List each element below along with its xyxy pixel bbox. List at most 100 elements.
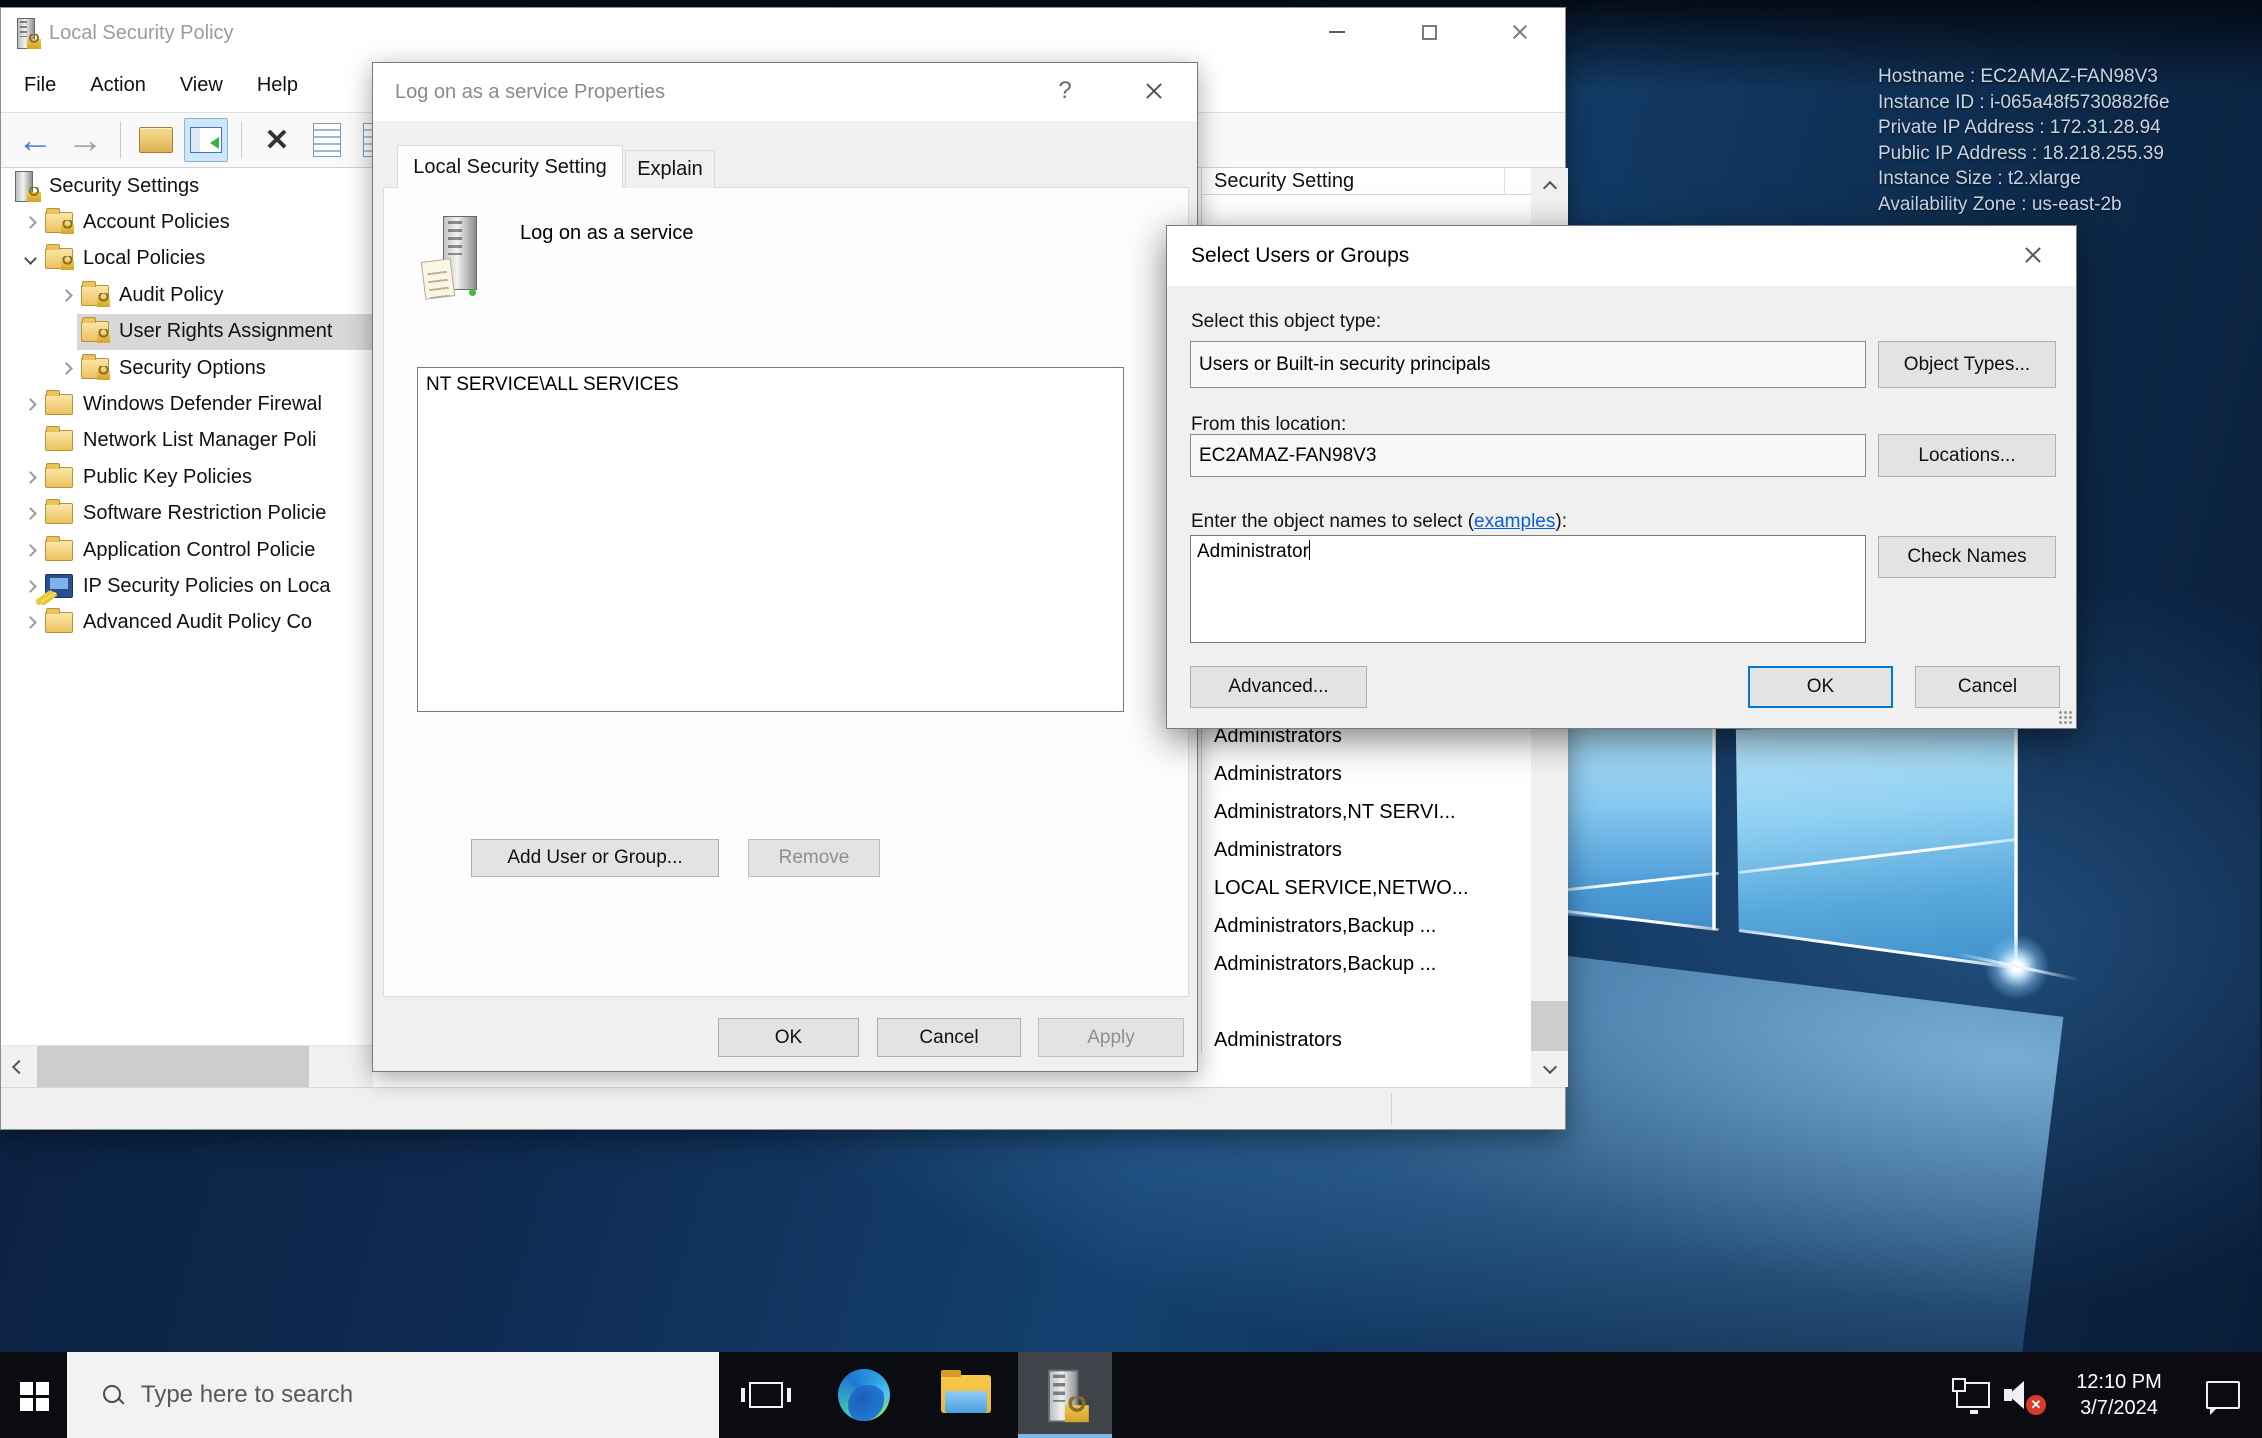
expander-icon[interactable] — [15, 608, 45, 638]
tree-item[interactable]: Public Key Policies — [1, 459, 373, 495]
tree-item[interactable]: Network List Manager Poli — [1, 423, 373, 459]
tree-item[interactable]: Account Policies — [1, 204, 373, 240]
tree-item[interactable]: Windows Defender Firewal — [1, 386, 373, 422]
search-input[interactable] — [141, 1381, 661, 1409]
member-entry[interactable]: NT SERVICE\ALL SERVICES — [426, 374, 1115, 396]
edge-button[interactable] — [834, 1352, 894, 1438]
close-button[interactable] — [1488, 8, 1552, 56]
cancel-button[interactable]: Cancel — [1915, 666, 2060, 708]
task-view-button[interactable] — [736, 1352, 796, 1438]
members-listbox[interactable]: NT SERVICE\ALL SERVICES — [417, 367, 1124, 712]
menu-item[interactable]: Action — [73, 74, 163, 97]
back-icon[interactable] — [13, 118, 57, 162]
tree-item[interactable]: Local Policies — [1, 241, 373, 277]
security-setting-column-header[interactable]: Security Setting — [1202, 168, 1532, 195]
ok-button[interactable]: OK — [718, 1018, 859, 1057]
show-hide-console-tree-icon[interactable] — [184, 118, 228, 162]
security-setting-cell[interactable]: Administrators,Backup ... — [1202, 907, 1532, 945]
examples-link[interactable]: examples — [1474, 511, 1555, 532]
scroll-up-arrow-icon[interactable] — [1531, 168, 1568, 204]
export-folder-icon[interactable] — [134, 118, 178, 162]
tree-item[interactable]: Security Options — [1, 350, 373, 386]
location-field[interactable]: EC2AMAZ-FAN98V3 — [1190, 434, 1866, 477]
properties-icon[interactable] — [305, 118, 349, 162]
local-security-policy-taskbar-button[interactable] — [1018, 1352, 1112, 1438]
system-tray: ✕ 12:10 PM 3/7/2024 — [1956, 1352, 2262, 1438]
object-type-field[interactable]: Users or Built-in security principals — [1190, 341, 1866, 388]
security-setting-value: LOCAL SERVICE,NETWO... — [1214, 877, 1469, 900]
volume-muted-icon[interactable]: ✕ — [2004, 1379, 2044, 1411]
folder-icon — [45, 467, 73, 488]
tree-item-label: IP Security Policies on Loca — [83, 575, 331, 598]
scrollbar-thumb[interactable] — [37, 1046, 309, 1088]
security-setting-cell[interactable]: Administrators — [1202, 1021, 1532, 1059]
time-label: 12:10 PM — [2060, 1369, 2178, 1395]
security-setting-cell[interactable]: Administrators — [1202, 831, 1532, 869]
tree-item[interactable]: Application Control Policie — [1, 532, 373, 568]
close-icon[interactable] — [2000, 226, 2066, 284]
check-names-button[interactable]: Check Names — [1878, 536, 2056, 578]
remove-button[interactable]: Remove — [748, 839, 880, 877]
expander-icon[interactable] — [51, 317, 81, 347]
action-center-icon[interactable] — [2206, 1381, 2240, 1409]
menu-item[interactable]: File — [7, 74, 73, 97]
cancel-button[interactable]: Cancel — [877, 1018, 1021, 1057]
label-text: ): — [1555, 511, 1567, 532]
delete-icon[interactable] — [255, 118, 299, 162]
taskbar-clock[interactable]: 12:10 PM 3/7/2024 — [2060, 1369, 2178, 1421]
object-type-label: Select this object type: — [1191, 311, 1381, 333]
object-names-label: Enter the object names to select (exampl… — [1191, 511, 1567, 533]
menu-item[interactable]: Help — [240, 74, 315, 97]
tree-item[interactable]: Advanced Audit Policy Co — [1, 605, 373, 641]
expander-icon[interactable] — [15, 426, 45, 456]
security-setting-cell[interactable]: LOCAL SERVICE,NETWO... — [1202, 869, 1532, 907]
expander-icon[interactable] — [15, 571, 45, 601]
taskbar: ✕ 12:10 PM 3/7/2024 — [0, 1352, 2262, 1438]
expander-icon[interactable] — [51, 280, 81, 310]
tab-local-security-setting[interactable]: Local Security Setting — [397, 145, 623, 188]
scrollbar-thumb[interactable] — [1531, 1001, 1568, 1051]
expander-icon[interactable] — [15, 244, 45, 274]
ok-button[interactable]: OK — [1748, 666, 1893, 708]
forward-icon[interactable] — [63, 118, 107, 162]
expander-icon[interactable] — [15, 208, 45, 238]
tree-item[interactable]: Audit Policy — [1, 277, 373, 313]
menu-item[interactable]: View — [163, 74, 240, 97]
expander-icon[interactable] — [51, 353, 81, 383]
dialog-titlebar[interactable]: Select Users or Groups — [1167, 226, 2076, 286]
taskbar-search[interactable] — [67, 1352, 719, 1438]
scroll-left-arrow-icon[interactable] — [1, 1046, 37, 1088]
security-setting-cell[interactable]: Administrators,Backup ... — [1202, 945, 1532, 983]
tree-item[interactable]: IP Security Policies on Loca — [1, 568, 373, 604]
scroll-down-arrow-icon[interactable] — [1531, 1051, 1568, 1087]
expander-icon[interactable] — [15, 390, 45, 420]
file-explorer-button[interactable] — [936, 1352, 996, 1438]
security-setting-cell[interactable]: Administrators — [1202, 755, 1532, 793]
maximize-button[interactable] — [1397, 8, 1461, 56]
tree-item[interactable]: Software Restriction Policie — [1, 496, 373, 532]
resize-grip[interactable] — [2058, 710, 2072, 724]
advanced-button[interactable]: Advanced... — [1190, 666, 1367, 708]
security-setting-list: AdministratorsAdministratorsAdministrato… — [1202, 717, 1532, 1059]
locations-button[interactable]: Locations... — [1878, 434, 2056, 477]
object-names-input[interactable]: Administrator — [1190, 535, 1866, 643]
expander-icon[interactable] — [15, 462, 45, 492]
help-button[interactable]: ? — [1035, 63, 1095, 119]
tree-item[interactable]: Security Settings — [1, 168, 373, 204]
dialog-title: Select Users or Groups — [1191, 244, 1409, 268]
close-icon[interactable] — [1119, 63, 1189, 119]
tree-horizontal-scrollbar[interactable] — [1, 1045, 373, 1087]
add-user-or-group-button[interactable]: Add User or Group... — [471, 839, 719, 877]
start-button[interactable] — [0, 1352, 67, 1438]
tree-item[interactable]: User Rights Assignment — [1, 314, 373, 350]
security-setting-cell[interactable] — [1202, 983, 1532, 1021]
expander-icon[interactable] — [15, 535, 45, 565]
object-types-button[interactable]: Object Types... — [1878, 341, 2056, 388]
ec2-info-line: Public IP Address : 18.218.255.39 — [1878, 141, 2170, 167]
security-setting-cell[interactable]: Administrators,NT SERVI... — [1202, 793, 1532, 831]
tab-explain[interactable]: Explain — [625, 150, 715, 188]
network-icon[interactable] — [1956, 1382, 1990, 1408]
minimize-button[interactable] — [1305, 8, 1369, 56]
apply-button[interactable]: Apply — [1038, 1018, 1184, 1057]
expander-icon[interactable] — [15, 499, 45, 529]
